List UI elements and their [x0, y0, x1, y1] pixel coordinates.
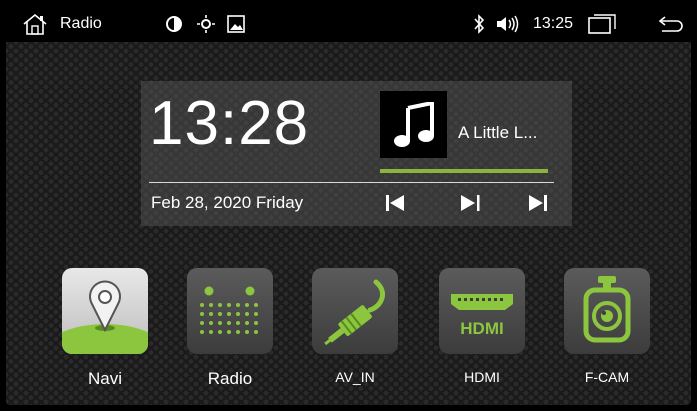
- dashcam-icon: [583, 276, 631, 343]
- brightness-icon[interactable]: [163, 6, 185, 42]
- progress-fill: [380, 169, 548, 173]
- music-note-icon[interactable]: [380, 91, 447, 158]
- clock-music-widget: 13:28 Feb 28, 2020 Friday A Little L...: [141, 81, 572, 226]
- song-title[interactable]: A Little L...: [458, 123, 537, 143]
- f-cam-app-tile[interactable]: [564, 268, 650, 354]
- next-track-button[interactable]: [523, 189, 553, 217]
- navi-app-tile[interactable]: [62, 268, 148, 354]
- volume-icon[interactable]: [494, 6, 522, 42]
- app-label-radio: Radio: [207, 369, 253, 388]
- image-icon[interactable]: [225, 6, 247, 42]
- previous-track-button[interactable]: [380, 189, 410, 217]
- app-label-hdmi: HDMI: [464, 369, 500, 385]
- device-frame: Radio 13:25 13:28 Feb 28, 2020 Friday A …: [0, 0, 697, 411]
- radio-app-tile[interactable]: [187, 268, 273, 354]
- hdmi-logo-text: HDMI: [460, 319, 503, 338]
- app-label-f-cam: F-CAM: [584, 369, 630, 385]
- back-icon[interactable]: [657, 6, 685, 42]
- app-label-navi: Navi: [87, 369, 122, 388]
- playback-progress-bar[interactable]: [380, 169, 548, 173]
- av-cable-icon: [324, 279, 386, 346]
- widget-divider: [149, 182, 554, 183]
- av-in-app-tile[interactable]: [312, 268, 398, 354]
- clock-display[interactable]: 13:28: [149, 93, 309, 155]
- play-pause-button[interactable]: [456, 189, 486, 217]
- map-pin-icon: [62, 280, 148, 354]
- status-time: 13:25: [533, 15, 574, 32]
- screen: Radio 13:25 13:28 Feb 28, 2020 Friday A …: [6, 6, 691, 405]
- status-bar: Radio 13:25: [6, 6, 691, 42]
- recent-apps-icon[interactable]: [587, 6, 617, 42]
- bluetooth-icon: [472, 6, 486, 42]
- hdmi-app-tile[interactable]: HDMI: [439, 268, 525, 354]
- status-title: Radio: [60, 15, 102, 32]
- sun-icon[interactable]: [195, 6, 217, 42]
- radio-grid-icon: [200, 286, 258, 334]
- hdmi-port-icon: HDMI: [451, 294, 513, 338]
- home-icon[interactable]: [20, 6, 50, 42]
- app-label-av-in: AV_IN: [335, 369, 375, 385]
- date-display: Feb 28, 2020 Friday: [151, 193, 304, 212]
